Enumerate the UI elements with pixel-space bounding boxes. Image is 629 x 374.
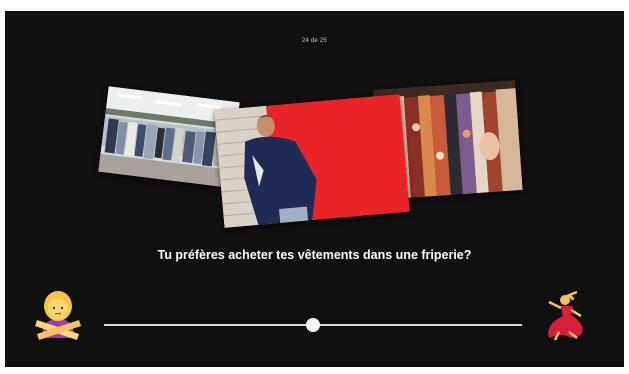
man-red-wall-photo (214, 94, 410, 228)
person-gesturing-no-icon[interactable] (31, 288, 85, 342)
woman-dancing-icon[interactable] (537, 288, 591, 342)
question-counter: 24 de 25 (302, 38, 327, 44)
quiz-screen: 24 de 25 Tu préfères acheter tes vêtemen… (5, 11, 624, 367)
answer-slider[interactable] (104, 317, 522, 333)
slider-thumb[interactable] (306, 318, 320, 332)
question-text: Tu préfères acheter tes vêtements dans u… (157, 248, 472, 262)
